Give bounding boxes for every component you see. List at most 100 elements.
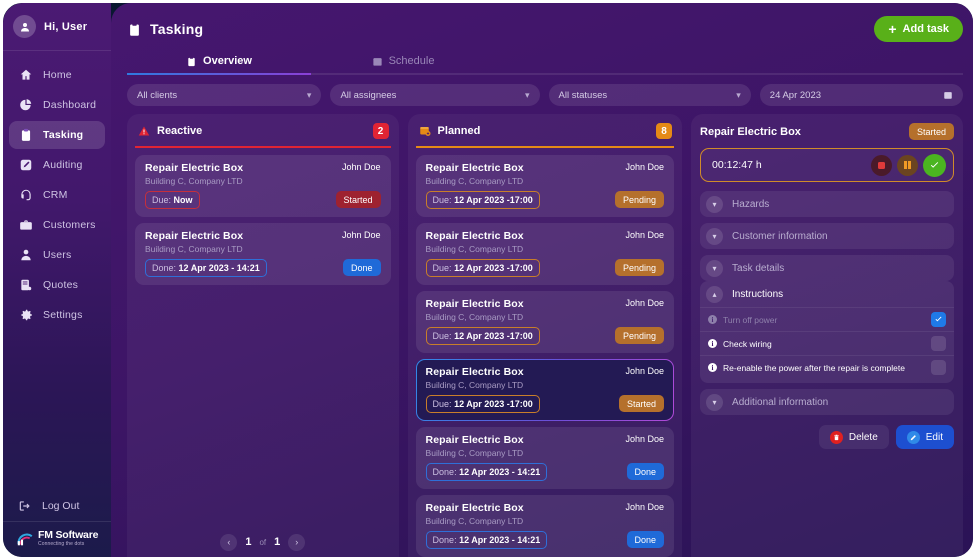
sidebar-item-label: Home (43, 69, 72, 81)
briefcase-icon (18, 218, 33, 233)
accordion-label: Task details (732, 262, 785, 274)
pencil-square-icon (18, 158, 33, 173)
filter-date[interactable]: 24 Apr 2023 (759, 84, 963, 106)
task-card[interactable]: Repair Electric Box John Doe Building C,… (415, 494, 675, 557)
sidebar-item-auditing[interactable]: Auditing (9, 151, 105, 179)
headset-icon (18, 188, 33, 203)
sidebar-user[interactable]: Hi, User (3, 3, 111, 51)
instruction-checkbox[interactable] (931, 336, 946, 351)
add-task-button[interactable]: + Add task (874, 16, 963, 42)
task-card[interactable]: Repair Electric Box John Doe Building C,… (415, 290, 675, 353)
task-board: Reactive 2 Repair Electric Box John Doe … (119, 114, 971, 557)
card-title: Repair Electric Box (145, 161, 244, 174)
tab-schedule[interactable]: Schedule (311, 49, 495, 75)
column-title: Planned (437, 125, 481, 137)
column-rule (135, 146, 391, 148)
card-date-pill: Due: Now (145, 190, 200, 209)
sidebar-item-label: Quotes (43, 279, 79, 291)
total-pages: 1 (274, 536, 281, 548)
task-card[interactable]: Repair Electric Box John Doe Building C,… (135, 154, 391, 217)
sidebar-item-crm[interactable]: CRM (9, 181, 105, 209)
card-assignee: John Doe (342, 229, 381, 240)
column-title: Reactive (157, 125, 203, 137)
instruction-item[interactable]: i Check wiring (700, 331, 954, 355)
column-reactive: Reactive 2 Repair Electric Box John Doe … (127, 114, 399, 557)
sidebar-item-home[interactable]: Home (9, 61, 105, 89)
check-icon[interactable] (923, 153, 946, 177)
tab-overview[interactable]: Overview (127, 49, 311, 75)
chevron-down-icon: ▾ (306, 89, 312, 100)
task-card[interactable]: Repair Electric Box John Doe Building C,… (415, 426, 675, 489)
chevron-down-icon: ▾ (736, 89, 741, 100)
edit-button[interactable]: Edit (895, 425, 954, 449)
sidebar-item-quotes[interactable]: Quotes (9, 271, 105, 299)
instructions-section: ▴ Instructions i Turn off power i Check … (700, 281, 954, 383)
task-card[interactable]: Repair Electric Box John Doe Building C,… (415, 154, 675, 217)
app-window: Hi, User Home Dashboard Tasking Auditing (0, 0, 976, 560)
task-timer: 00:12:47 h (700, 148, 954, 182)
clipboard-icon (18, 128, 33, 143)
instruction-checkbox[interactable] (931, 360, 946, 375)
card-subtitle: Building C, Company LTD (425, 379, 524, 390)
clipboard-icon (188, 56, 195, 66)
user-icon (20, 22, 29, 31)
prev-page-button[interactable]: ‹ (220, 533, 238, 551)
filter-assignees[interactable]: All assignees ▾ (330, 84, 540, 106)
accordion-task-details[interactable]: ▾ Task details (700, 255, 954, 281)
column-rule (415, 146, 675, 148)
filter-clients[interactable]: All clients ▾ (127, 84, 322, 106)
filter-bar: All clients ▾ All assignees ▾ All status… (119, 75, 971, 114)
brand-logo: FM Software Connecting the dots (3, 530, 111, 557)
task-card-selected[interactable]: Repair Electric Box John Doe Building C,… (416, 359, 674, 421)
trash-icon (829, 430, 843, 444)
accordion-customer-information[interactable]: ▾ Customer information (700, 223, 954, 249)
sidebar-item-tasking[interactable]: Tasking (9, 121, 105, 149)
sidebar-item-label: Customers (43, 219, 96, 231)
task-card[interactable]: Repair Electric Box John Doe Building C,… (135, 222, 391, 285)
card-date-value: 12 Apr 2023 -17:00 (454, 330, 533, 341)
logout-button[interactable]: Log Out (3, 490, 111, 522)
user-icon (18, 248, 33, 263)
card-title: Repair Electric Box (425, 501, 524, 514)
warning-triangle-icon (138, 126, 150, 136)
card-assignee: John Doe (625, 501, 665, 512)
card-date-label: Due: (432, 398, 452, 409)
filter-statuses[interactable]: All statuses ▾ (548, 84, 751, 106)
stop-icon[interactable] (871, 154, 892, 176)
sidebar-item-customers[interactable]: Customers (9, 211, 105, 239)
card-date-pill: Done: 12 Apr 2023 - 14:21 (145, 258, 267, 277)
accordion-hazards[interactable]: ▾ Hazards (700, 191, 954, 217)
card-date-value: 12 Apr 2023 - 14:21 (459, 466, 541, 477)
calendar-icon (372, 57, 382, 66)
instruction-checkbox[interactable] (931, 312, 946, 327)
accordion-additional-information[interactable]: ▾ Additional information (700, 389, 954, 415)
instruction-item[interactable]: i Re-enable the power after the repair i… (700, 355, 954, 379)
sidebar-item-settings[interactable]: Settings (9, 301, 105, 329)
pause-icon[interactable] (897, 154, 918, 176)
chevron-down-icon: ▾ (525, 89, 530, 100)
card-subtitle: Building C, Company LTD (145, 175, 243, 186)
current-page: 1 (245, 536, 252, 548)
instruction-item[interactable]: i Turn off power (700, 307, 954, 331)
sidebar-user-greeting: Hi, User (44, 20, 88, 33)
card-date-pill: Due: 12 Apr 2023 -17:00 (425, 394, 540, 413)
sidebar: Hi, User Home Dashboard Tasking Auditing (3, 3, 111, 557)
filter-value: All statuses (558, 89, 608, 101)
accordion-instructions[interactable]: ▴ Instructions (700, 281, 954, 307)
sidebar-item-dashboard[interactable]: Dashboard (9, 91, 105, 119)
fm-logo-icon (17, 532, 34, 546)
edit-label: Edit (925, 431, 943, 443)
column-header: Planned 8 (408, 114, 682, 146)
brand-tagline: Connecting the dots (38, 541, 85, 547)
next-page-button[interactable]: › (288, 533, 306, 551)
detail-actions: Delete Edit (700, 425, 954, 449)
calendar-icon (944, 92, 952, 99)
detail-status-badge: Started (908, 123, 954, 140)
card-subtitle: Building C, Company LTD (425, 447, 524, 458)
delete-button[interactable]: Delete (818, 425, 889, 449)
card-assignee: John Doe (342, 161, 381, 172)
card-list: Repair Electric Box John Doe Building C,… (127, 154, 399, 285)
task-card[interactable]: Repair Electric Box John Doe Building C,… (415, 222, 675, 285)
accordion-label: Additional information (732, 396, 829, 408)
sidebar-item-users[interactable]: Users (9, 241, 105, 269)
